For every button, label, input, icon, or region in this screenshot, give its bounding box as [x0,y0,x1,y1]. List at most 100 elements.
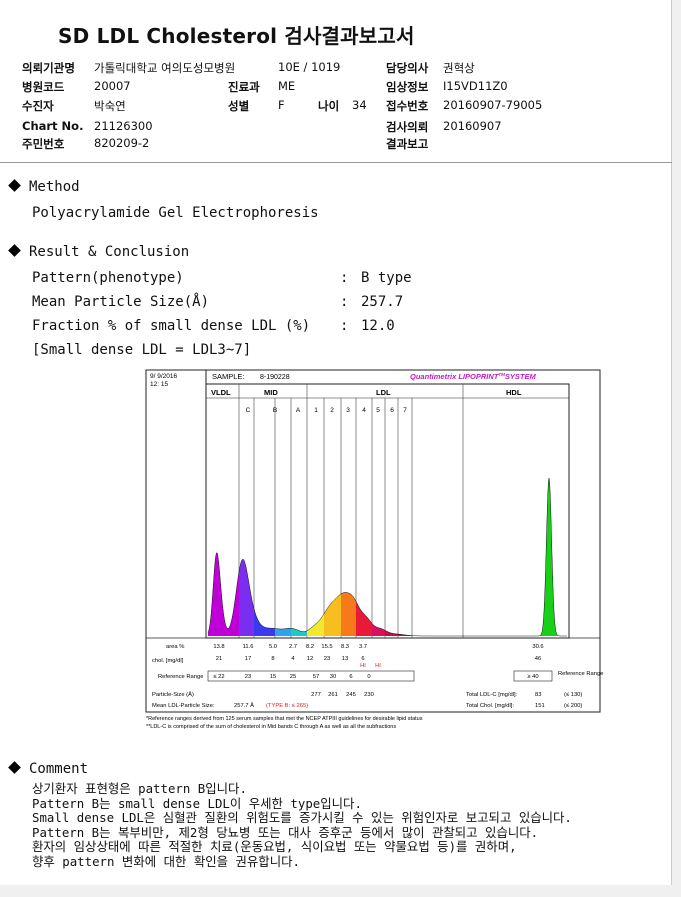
reference-cell: 6 [349,674,352,680]
particle-size-label: Particle-Size (Å) [152,691,194,698]
comment-heading: Comment [8,761,89,777]
chart-no-label: Chart No. [22,119,84,133]
reference-cell: ≤ 22 [213,674,224,680]
total-ldl-label: Total LDL-C [mg/dl]: [466,692,518,698]
result-heading: Result & Conclusion [8,244,189,260]
result-colon: : [340,318,349,334]
age-value: 34 [352,98,367,112]
total-chol-value: 151 [535,703,545,709]
comment-line: 환자의 임상상태에 따른 적절한 치료(운동요법, 식이요법 또는 약물요법 등… [32,839,517,855]
sex-label: 성별 [228,99,250,113]
institution-label: 의뢰기관명 [22,61,75,75]
area-cell: 30.6 [532,644,543,650]
institution-value: 가톨릭대학교 여의도성모병원 [94,61,236,75]
area-cell: 8.2 [306,644,314,650]
diamond-bullet-icon [8,244,21,257]
reference-cell: 15 [270,674,276,680]
dept-value: ME [278,79,296,93]
chol-cell: 46 [535,656,541,662]
chol-cell: 21 [216,656,222,662]
hdl-reference-cell: ≥ 40 [527,674,538,680]
hi-flag: HI [360,663,366,669]
area-cell: 3.7 [359,644,367,650]
sex-value: F [278,98,285,112]
total-ldl-ref: (≤ 130) [564,692,582,698]
diamond-bullet-icon [8,179,21,192]
report-sheet: SD LDL Cholesterol 검사결과보고서 의뢰기관명 가톨릭대학교 … [0,0,672,885]
method-text: Polyacrylamide Gel Electrophoresis [32,205,319,221]
receipt-value: 20160907-79005 [443,98,543,112]
chol-cell: 12 [307,656,313,662]
area-cell: 15.5 [321,644,332,650]
ward-value: 10E / 1019 [278,60,341,74]
group-label-ldl: LDL [376,388,391,397]
sample-label: SAMPLE: [212,372,245,381]
hi-flag: HI [375,663,381,669]
report-title: SD LDL Cholesterol 검사결과보고서 [58,24,415,48]
patient-value: 박숙연 [94,99,126,113]
band-label: 6 [390,407,394,414]
comment-body: 상기환자 표현형은 pattern B입니다. Pattern B는 small… [32,781,572,870]
result-value-pattern: B type [361,270,412,286]
reference-cell: 23 [245,674,251,680]
chol-cell: 6 [361,656,364,662]
reference-range-right-label: Reference Range [558,671,603,677]
particle-size-cell: 277 [311,692,321,698]
reference-cell: 25 [290,674,296,680]
result-colon: : [340,270,349,286]
total-chol-label: Total Chol. [mg/dl]: [466,703,514,709]
area-cell: 8.3 [341,644,349,650]
comment-line: Pattern B는 복부비만, 제2형 당뇨병 또는 대사 증후군 등에서 많… [32,824,539,840]
band-label: 2 [330,407,334,414]
header-divider [0,162,672,163]
particle-size-cell: 245 [346,692,356,698]
table-label-area: area % [166,644,184,650]
area-cell: 13.8 [213,644,224,650]
result-value-size: 257.7 [361,294,404,310]
band-label: 5 [376,407,380,414]
chart-no-value: 21126300 [94,119,153,133]
hospital-code-label: 병원코드 [22,80,65,94]
reference-cell: 57 [313,674,319,680]
band-label: C [246,407,251,414]
report-label: 결과보고 [386,137,429,151]
comment-line: Pattern B는 small dense LDL이 우세한 type입니다. [32,795,362,811]
band-label: 1 [314,407,318,414]
result-label-fraction: Fraction % of small dense LDL (%) [32,318,311,334]
band-label: 7 [403,407,407,414]
id-number-label: 주민번호 [22,137,65,151]
area-cell: 2.7 [289,644,297,650]
comment-heading-text: Comment [29,761,89,777]
result-label-pattern: Pattern(phenotype) [32,270,184,286]
dept-label: 진료과 [228,80,260,94]
footnote-2: **LDL-C is comprised of the sum of chole… [146,724,396,730]
diamond-bullet-icon [8,761,21,774]
table-label-reference: Reference Range [158,674,203,680]
group-label-mid: MID [264,388,278,397]
band-label: A [296,407,301,414]
chart-date: 9/ 9/2016 [150,373,177,380]
patient-label: 수진자 [22,99,54,113]
band-3-area [341,592,356,636]
method-heading-text: Method [29,179,80,195]
brand-logo: Quantimetrix LIPOPRINTTMSYSTEM [410,372,536,381]
doctor-value: 권혁상 [443,61,475,75]
comment-line: 향후 pattern 변화에 대한 확인을 권유합니다. [32,853,300,869]
id-number-value: 820209-2 [94,136,150,150]
footnote-1: *Reference ranges derived from 125 serum… [146,716,423,722]
chart-time: 12: 15 [150,381,168,388]
request-label: 검사의뢰 [386,120,429,134]
result-colon: : [340,294,349,310]
request-value: 20160907 [443,119,502,133]
comment-line: 상기환자 표현형은 pattern B입니다. [32,781,247,796]
mean-size-value: 257.7 Å [234,702,254,709]
total-chol-ref: (≤ 200) [564,703,582,709]
hospital-code-value: 20007 [94,79,131,93]
chol-cell: 8 [271,656,274,662]
particle-size-cell: 261 [328,692,338,698]
chol-cell: 13 [342,656,348,662]
method-heading: Method [8,179,80,195]
age-label: 나이 [318,99,340,113]
chol-cell: 23 [324,656,330,662]
result-note: [Small dense LDL = LDL3~7] [32,342,252,358]
